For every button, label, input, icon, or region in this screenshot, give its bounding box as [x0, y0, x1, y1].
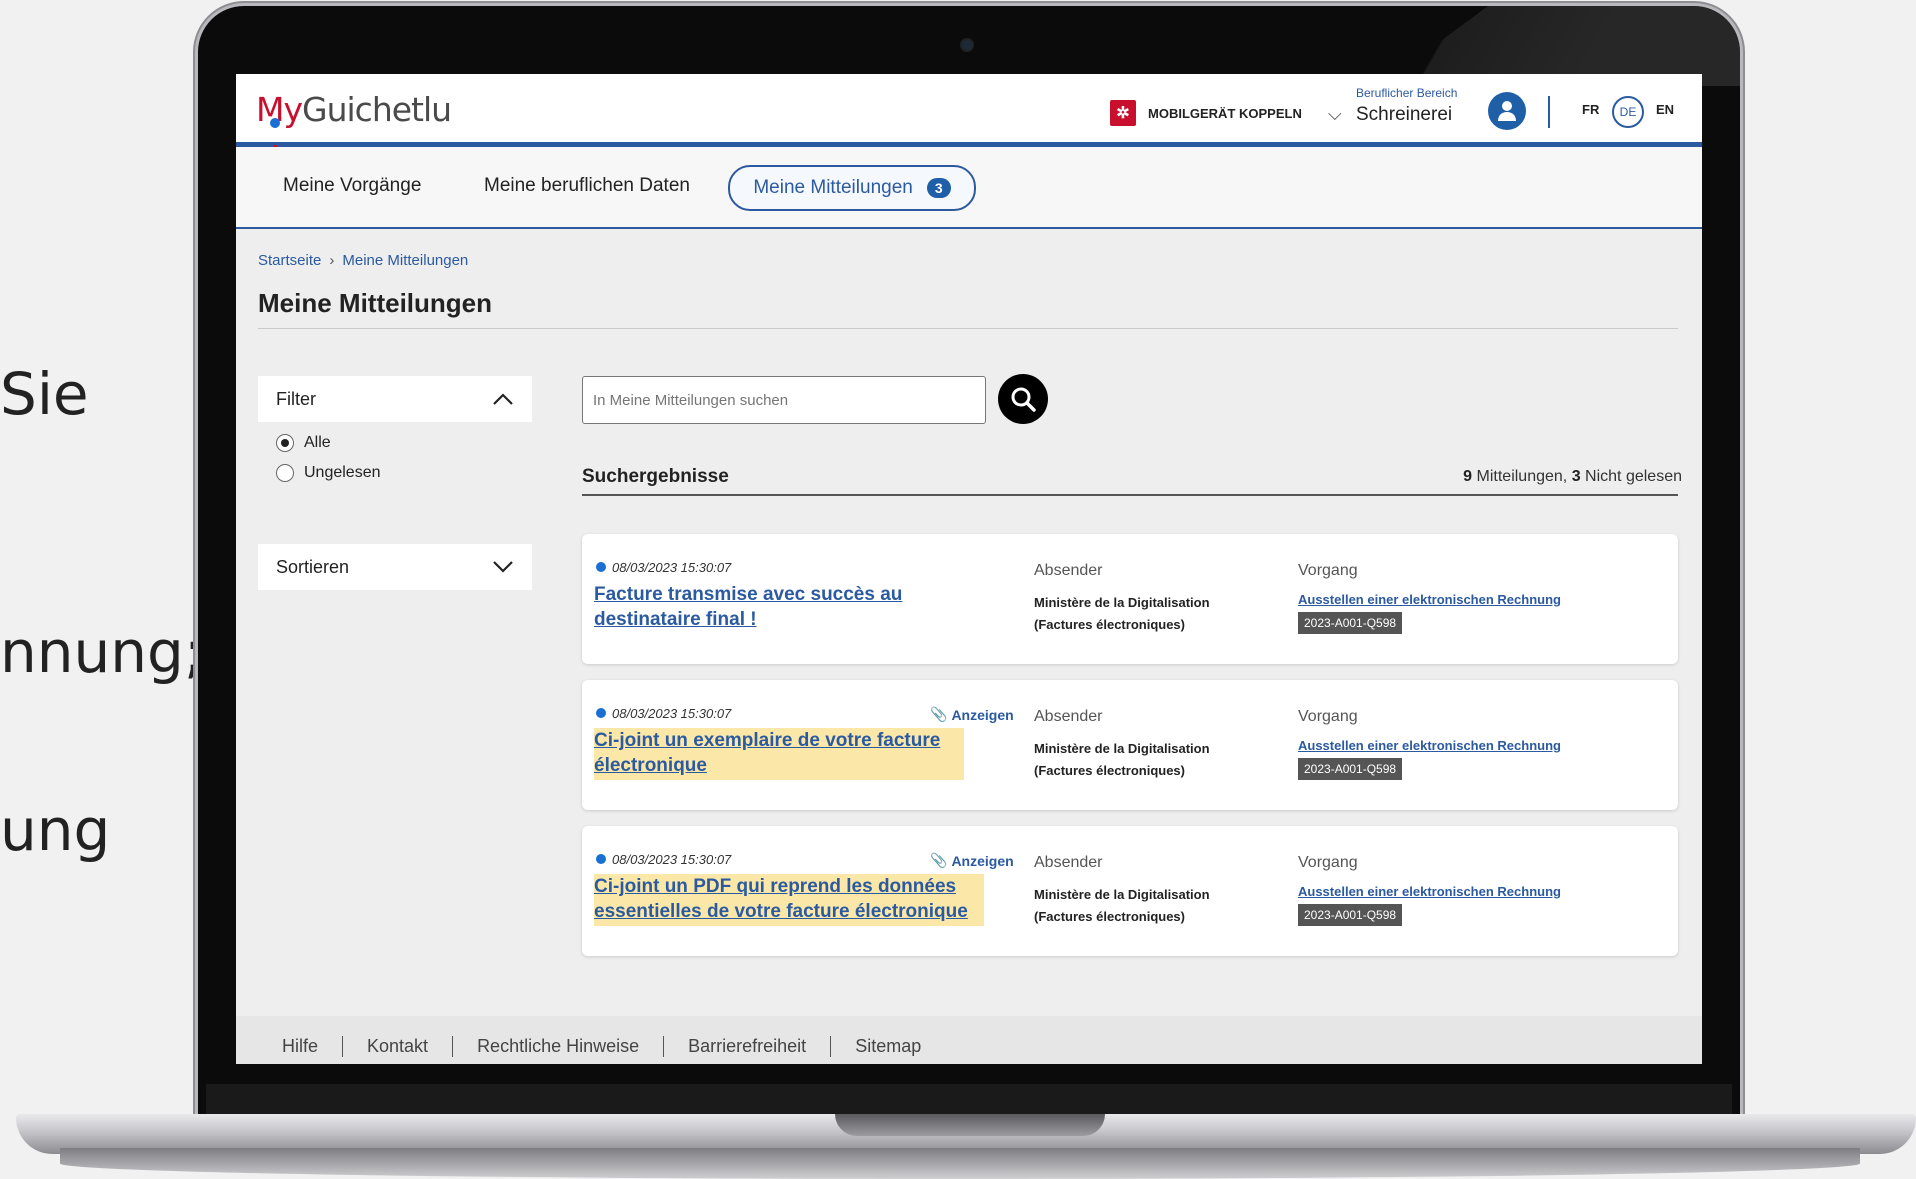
- sort-toggle[interactable]: Sortieren: [258, 544, 532, 590]
- radio-ungelesen[interactable]: [276, 464, 294, 482]
- slide-text-2: nnung;: [0, 618, 204, 686]
- message-date: 08/03/2023 15:30:07: [612, 560, 732, 575]
- message-sender: Ministère de la Digitalisation (Factures…: [1034, 887, 1210, 924]
- main-nav: Meine Vorgänge Meine beruflichen Daten M…: [236, 147, 1702, 229]
- laptop-bezel: [206, 1084, 1732, 1116]
- message-card[interactable]: 08/03/2023 15:30:07 📎 Anzeigen Ci-joint …: [582, 826, 1678, 956]
- unread-dot-icon: [596, 854, 606, 864]
- procedure-label: Vorgang: [1298, 708, 1358, 725]
- professional-area-selector[interactable]: Beruflicher Bereich Schreinerei: [1356, 86, 1457, 126]
- radio-alle[interactable]: [276, 434, 294, 452]
- attachment-label: Anzeigen: [951, 706, 1014, 723]
- procedure-id-badge: 2023-A001-Q598: [1298, 904, 1403, 926]
- lang-de[interactable]: DE: [1612, 96, 1644, 128]
- site-footer: Hilfe Kontakt Rechtliche Hinweise Barrie…: [236, 1016, 1702, 1064]
- user-avatar-icon[interactable]: [1488, 92, 1526, 130]
- lang-fr[interactable]: FR: [1582, 102, 1599, 117]
- procedure-link[interactable]: Ausstellen einer elektronischen Rechnung: [1298, 738, 1561, 753]
- footer-link-sitemap[interactable]: Sitemap: [830, 1035, 945, 1057]
- message-subject-link[interactable]: Facture transmise avec succès au destina…: [594, 582, 964, 632]
- breadcrumb-separator-icon: ›: [329, 252, 335, 269]
- results-total: 9: [1463, 468, 1473, 485]
- area-value: Schreinerei: [1356, 104, 1453, 125]
- results-unread-label: Nicht gelesen: [1585, 468, 1682, 485]
- chevron-down-icon[interactable]: ⌵: [1328, 104, 1342, 125]
- message-sender: Ministère de la Digitalisation (Factures…: [1034, 741, 1210, 778]
- message-subject-link[interactable]: Ci-joint un PDF qui reprend les données …: [594, 874, 984, 926]
- filter-toggle[interactable]: Filter: [258, 376, 532, 422]
- unread-dot-icon: [596, 562, 606, 572]
- search-icon: [1011, 387, 1036, 412]
- pair-device-label: MOBILGERÄT KOPPELN: [1148, 105, 1302, 121]
- sender-label: Absender: [1034, 708, 1103, 725]
- unread-dot-icon: [596, 708, 606, 718]
- filter-option-alle[interactable]: Alle: [276, 434, 331, 452]
- message-card[interactable]: 08/03/2023 15:30:07 Facture transmise av…: [582, 534, 1678, 664]
- nav-meine-vorgaenge[interactable]: Meine Vorgänge: [283, 175, 421, 197]
- device-pair-icon: ✲: [1110, 100, 1136, 126]
- footer-link-legal[interactable]: Rechtliche Hinweise: [452, 1035, 663, 1057]
- filter-option-label: Ungelesen: [304, 464, 381, 481]
- procedure-id-badge: 2023-A001-Q598: [1298, 612, 1403, 634]
- sender-label: Absender: [1034, 562, 1103, 579]
- unread-count-badge: 3: [926, 178, 951, 198]
- nav-active-label: Meine Mitteilungen: [753, 177, 913, 198]
- paperclip-icon: 📎: [930, 852, 948, 868]
- chevron-up-icon: [493, 393, 513, 405]
- message-sender: Ministère de la Digitalisation (Factures…: [1034, 595, 1210, 632]
- breadcrumb-current[interactable]: Meine Mitteilungen: [342, 252, 468, 269]
- results-heading: Suchergebnisse: [582, 466, 729, 487]
- message-date: 08/03/2023 15:30:07: [612, 706, 732, 721]
- lang-en[interactable]: EN: [1656, 102, 1674, 117]
- paperclip-icon: 📎: [930, 706, 948, 722]
- procedure-link[interactable]: Ausstellen einer elektronischen Rechnung: [1298, 592, 1561, 607]
- results-count: 9 Mitteilungen, 3 Nicht gelesen: [1463, 468, 1682, 486]
- nav-meine-mitteilungen[interactable]: Meine Mitteilungen 3: [728, 165, 976, 211]
- footer-link-accessibility[interactable]: Barrierefreiheit: [663, 1035, 830, 1057]
- footer-link-kontakt[interactable]: Kontakt: [342, 1035, 452, 1057]
- procedure-id-badge: 2023-A001-Q598: [1298, 758, 1403, 780]
- results-unread: 3: [1571, 468, 1581, 485]
- nav-berufliche-daten[interactable]: Meine beruflichen Daten: [484, 175, 690, 197]
- title-divider: [258, 328, 1678, 329]
- sort-label: Sortieren: [276, 556, 350, 577]
- slide-text-1: Sie: [0, 360, 89, 428]
- logo-tld: lu: [422, 90, 452, 129]
- logo-guichet: Guichet: [302, 90, 424, 129]
- chevron-down-icon: [493, 561, 513, 573]
- site-logo[interactable]: MyGuichet. lu: [256, 90, 452, 157]
- procedure-label: Vorgang: [1298, 854, 1358, 871]
- laptop-notch: [835, 1114, 1105, 1136]
- footer-link-hilfe[interactable]: Hilfe: [282, 1036, 342, 1057]
- sender-label: Absender: [1034, 854, 1103, 871]
- slide-text-3: ung: [0, 796, 111, 864]
- message-date: 08/03/2023 15:30:07: [612, 852, 732, 867]
- page-title: Meine Mitteilungen: [258, 288, 492, 318]
- search-input[interactable]: [582, 376, 986, 424]
- camera-icon: [962, 40, 972, 50]
- breadcrumb-home[interactable]: Startseite: [258, 252, 321, 269]
- message-subject-link[interactable]: Ci-joint un exemplaire de votre facture …: [594, 728, 964, 780]
- site-header: MyGuichet. lu ✲ MOBILGERÄT KOPPELN ⌵ Beru…: [236, 74, 1702, 157]
- header-divider: [1548, 96, 1550, 128]
- procedure-link[interactable]: Ausstellen einer elektronischen Rechnung: [1298, 884, 1561, 899]
- search-button[interactable]: [998, 374, 1048, 424]
- breadcrumb: Startseite › Meine Mitteilungen: [258, 252, 468, 269]
- logo-dot: .: [270, 118, 281, 157]
- results-divider: [582, 494, 1678, 496]
- procedure-label: Vorgang: [1298, 562, 1358, 579]
- show-attachment-link[interactable]: 📎 Anzeigen: [930, 706, 1014, 723]
- attachment-label: Anzeigen: [951, 852, 1014, 869]
- pair-device-button[interactable]: ✲ MOBILGERÄT KOPPELN: [1110, 100, 1302, 126]
- filter-option-label: Alle: [304, 434, 331, 451]
- browser-screen: MyGuichet. lu ✲ MOBILGERÄT KOPPELN ⌵ Beru…: [236, 74, 1702, 1064]
- results-total-label: Mitteilungen,: [1476, 468, 1568, 485]
- area-label: Beruflicher Bereich: [1356, 86, 1458, 100]
- show-attachment-link[interactable]: 📎 Anzeigen: [930, 852, 1014, 869]
- filter-option-ungelesen[interactable]: Ungelesen: [276, 464, 381, 482]
- laptop-base-shadow: [60, 1148, 1860, 1179]
- message-card[interactable]: 08/03/2023 15:30:07 📎 Anzeigen Ci-joint …: [582, 680, 1678, 810]
- filter-label: Filter: [276, 388, 316, 409]
